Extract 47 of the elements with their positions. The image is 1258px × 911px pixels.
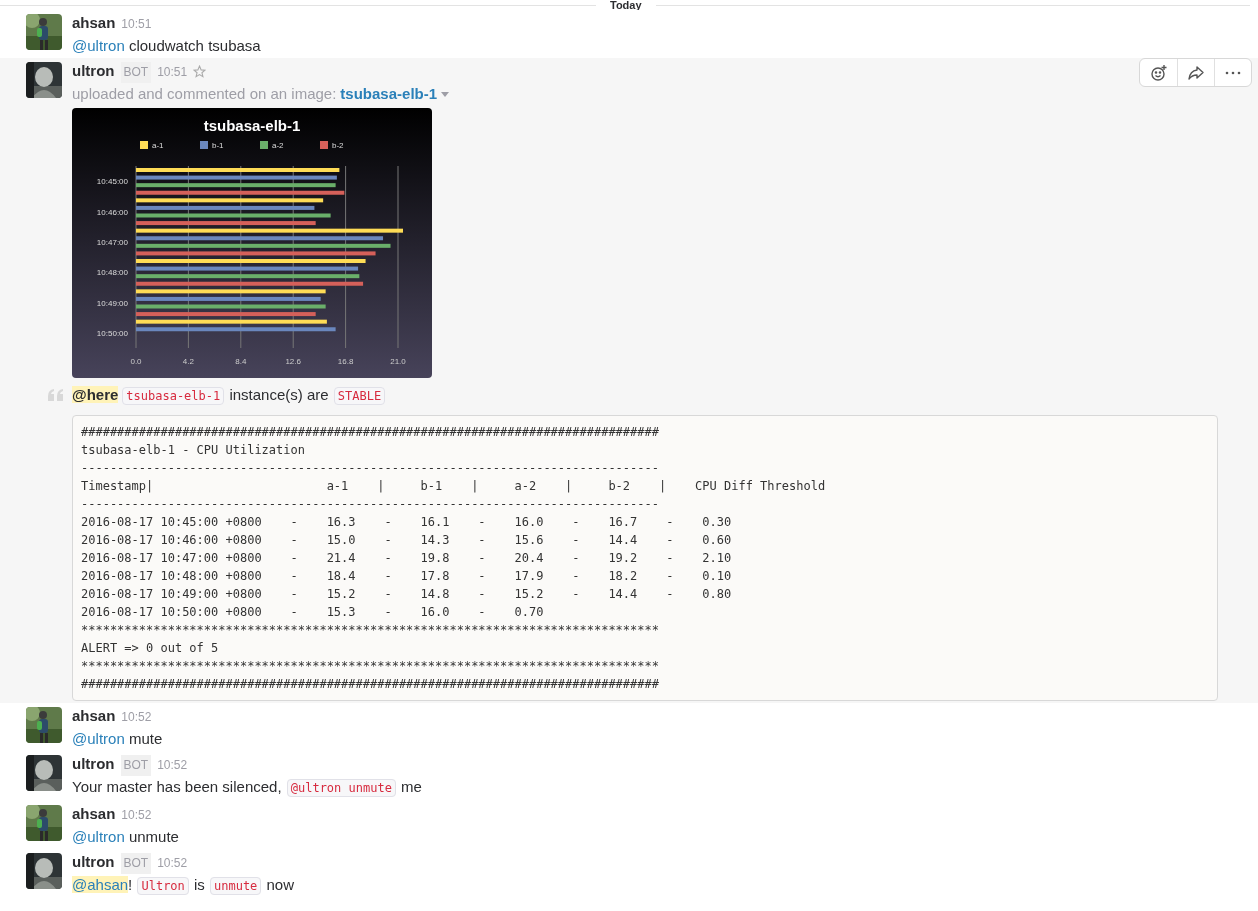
axis-tick-label: 0.0 [130, 357, 142, 366]
bot-tag: BOT [120, 853, 152, 874]
add-reaction-icon [1149, 63, 1168, 82]
axis-tick-label: 10:45:00 [96, 177, 128, 187]
axis-tick-label: 10:49:00 [96, 298, 128, 308]
author-name[interactable]: ahsan [72, 705, 116, 726]
file-link[interactable]: tsubasa-elb-1 [340, 83, 438, 105]
author-name[interactable]: ahsan [72, 12, 116, 33]
legend-label: b-2 [332, 141, 344, 150]
star-icon[interactable] [193, 65, 207, 78]
axis-tick-label: 10:47:00 [96, 237, 128, 247]
legend-label: a-1 [152, 141, 164, 150]
upload-caption: uploaded and commented on an image: [72, 84, 337, 104]
author-name[interactable]: ahsan [72, 803, 116, 824]
author-name[interactable]: ultron [72, 851, 115, 872]
axis-tick-label: 8.4 [235, 357, 247, 366]
message-text: @ultron unmute [72, 827, 180, 847]
message-text: Your master has been silenced, @ultron unmute me [72, 777, 423, 799]
axis-tick-label: 10:50:00 [96, 328, 128, 338]
timestamp[interactable]: 10:52 [157, 755, 188, 776]
chart-title: tsubasa-elb-1 [203, 117, 301, 134]
more-icon [1225, 70, 1241, 75]
axis-tick-label: 16.8 [337, 357, 354, 366]
share-arrow-icon [1187, 64, 1205, 81]
timestamp[interactable]: 10:52 [121, 707, 152, 728]
message-text: @ahsan! Ultron is unmute now [72, 875, 296, 897]
legend-label: b-1 [212, 141, 224, 150]
timestamp[interactable]: 10:51 [121, 14, 152, 35]
timestamp[interactable]: 10:51 [157, 62, 188, 83]
bot-tag: BOT [120, 62, 152, 83]
caret-icon[interactable] [441, 91, 450, 97]
message-text: @ultron cloudwatch tsubasa [72, 36, 262, 56]
author-name[interactable]: ultron [72, 60, 115, 81]
message-text: @ultron mute [72, 729, 164, 749]
quote-icon [48, 389, 64, 401]
attachment-text: @here tsubasa-elb-1 instance(s) are STABLE [72, 384, 1218, 407]
bot-tag: BOT [120, 755, 152, 776]
axis-tick-label: 12.6 [285, 357, 301, 366]
timestamp[interactable]: 10:52 [157, 853, 188, 874]
code-block: ################################################################################ tsubasa-elb-1 - CPU Utilization -------------------------------------------------------------------------------- Timestamp| a-1 | b-1 | a-2 | b-2 | CPU Diff Threshold -------------------------------------------------------------------------------- 2016-08-17 10:45:00 +0800 - 16.3 - 16.1 - 16.0 - 16.7 - 0.30 2016-08-17 10:46:00 +0800 - 15.0 - 14.3 - 15.6 - 14.4 - 0.60 2016-08-17 10:47:00 +0800 - 21.4 - 19.8 - 20.4 - 19.2 - 2.10 2016-08-17 10:48:00 +0800 - 18.4 - 17.8 - 17.9 - 18.2 - 0.10 2016-08-17 10:49:00 +0800 - 15.2 - 14.8 - 15.2 - 14.4 - 0.80 2016-08-17 10:50:00 +0800 - 15.3 - 16.0 - 0.70 ******************************************************************************** ALERT => 0 out of 5 ******************************************************************************** ################################################################################ [72, 415, 1218, 701]
axis-tick-label: 10:48:00 [96, 268, 128, 278]
axis-tick-label: 4.2 [182, 357, 194, 366]
axis-tick-label: 10:46:00 [96, 207, 128, 217]
legend-label: a-2 [272, 141, 284, 150]
timestamp[interactable]: 10:52 [121, 805, 152, 826]
author-name[interactable]: ultron [72, 753, 115, 774]
axis-tick-label: 21.0 [390, 357, 406, 366]
